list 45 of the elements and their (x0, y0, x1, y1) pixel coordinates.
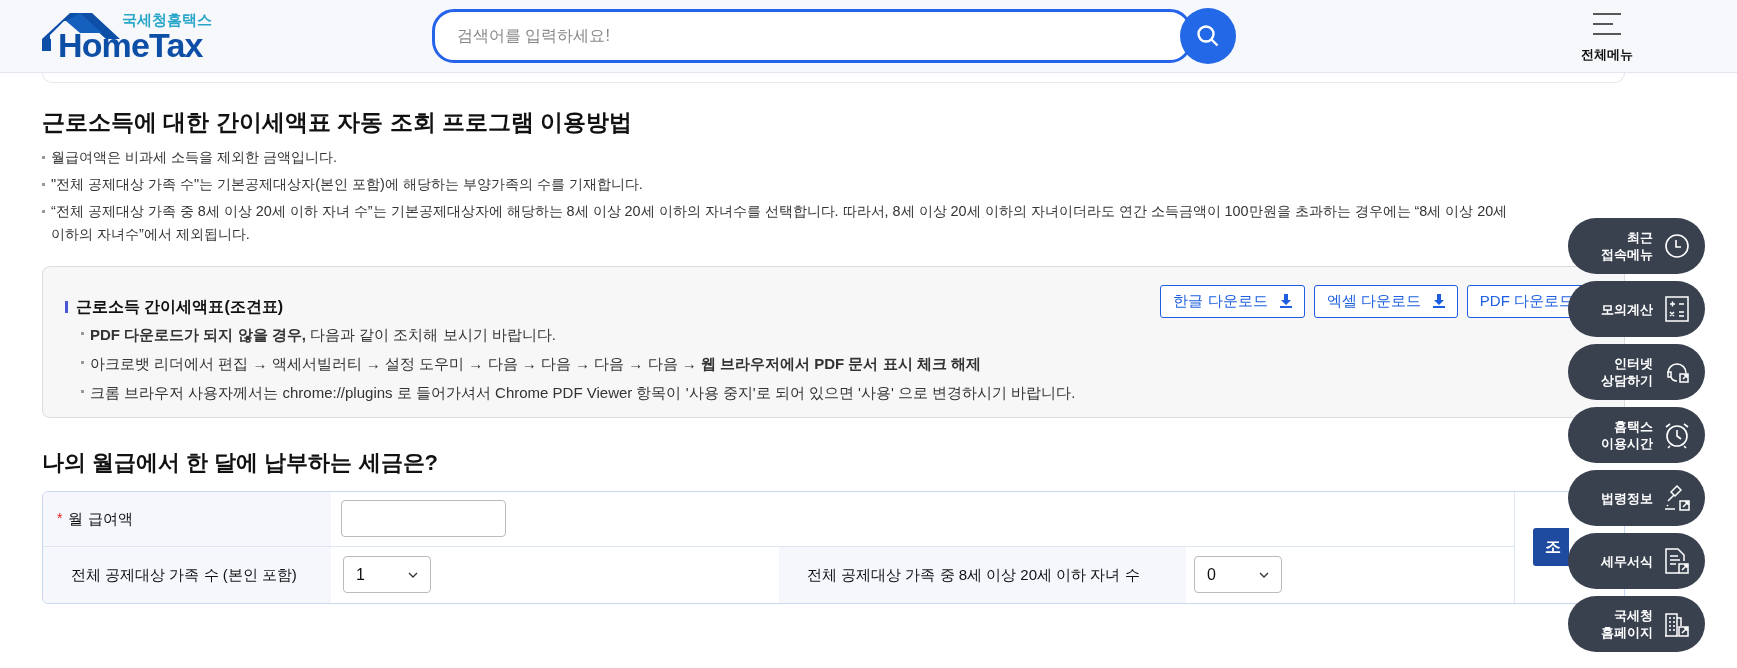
quick-menu-button[interactable]: 법령정보 (1568, 470, 1705, 526)
note-text: 아크로뱃 리더에서 편집 → 액세서빌러티 → 설정 도우미 → 다음 → 다음 → 다음 → 다음 → 웹 브라우저에서 PDF 문서 표시 체크 해제 (90, 353, 981, 374)
clock-icon (1664, 233, 1690, 259)
logo-caption: 국세청홈택스 (122, 12, 212, 27)
bullet-icon (81, 331, 84, 335)
building-icon (1664, 610, 1690, 638)
field-label: 전체 공제대상 가족 수 (본인 포함) (71, 564, 297, 585)
quick-menu-button[interactable]: 인터넷 상담하기 (1568, 344, 1705, 400)
salary-input[interactable] (341, 500, 506, 538)
search-icon (1196, 24, 1220, 48)
download-button[interactable]: 한글 다운로드 (1160, 284, 1305, 318)
quick-menu-button[interactable]: 세무서식 (1568, 533, 1705, 589)
calculator-icon (1665, 296, 1689, 322)
quick-menu-button[interactable]: 홈택스 이용시간 (1568, 407, 1705, 463)
quick-menu-button[interactable]: 국세청 홈페이지 (1568, 596, 1705, 652)
field-label: 전체 공제대상 가족 중 8세 이상 20세 이하 자녀 수 (807, 564, 1140, 585)
dropdown[interactable]: 0 (1194, 556, 1282, 594)
guide-text: 월급여액은 비과세 소득을 제외한 금액입니다. (51, 147, 337, 167)
quick-menu-button[interactable]: 최근 접속메뉴 (1568, 218, 1705, 274)
alarm-clock-icon (1663, 421, 1691, 449)
bullet-icon (81, 360, 84, 364)
field-label: 월 급여액 (68, 508, 133, 529)
note-text: 크롬 브라우저 사용자께서는 chrome://plugins 로 들어가셔서 Chrome PDF Viewer 항목이 '사용 중지'로 되어 있으면 '사용' 으로 변경하시기 바랍니다. (90, 382, 1076, 403)
dropdown[interactable]: 1 (343, 556, 431, 594)
bullet-icon (81, 389, 84, 393)
chevron-down-icon (1259, 571, 1269, 578)
marker-icon (65, 300, 68, 313)
submit-button[interactable]: 조 (1533, 528, 1569, 566)
panel-title: 근로소득 간이세액표(조견표) (76, 296, 284, 317)
logo-text[interactable]: HomeTax (58, 28, 203, 62)
bullet-icon (42, 155, 45, 159)
document-icon (1664, 547, 1690, 575)
guide-text: “전체 공제대상 가족 중 8세 이상 20세 이하 자녀 수”는 기본공제대상자에 해당하는 8세 이상 20세 이하의 자녀수를 선택합니다. 따라서, 8세 이상 20세 이하의 자녀이더라도 연간 소득금액이 100만원을 초과하는 경우에는 “8세 이상 20세 이하의 자녀수”에서 제외됩니다. (51, 201, 1508, 244)
required-mark: * (57, 509, 63, 529)
guide-text: "전체 공제대상 가족 수"는 기본공제대상자(본인 포함)에 해당하는 부양가족의 수를 기재합니다. (51, 174, 643, 194)
note-text: PDF 다운로드가 되지 않을 경우, 다음과 같이 조치해 보시기 바랍니다. (90, 324, 556, 345)
all-menu-button[interactable]: 전체메뉴 (1581, 7, 1633, 65)
section-heading: 근로소득에 대한 간이세액표 자동 조회 프로그램 이용방법 (42, 108, 634, 137)
section-heading: 나의 월급에서 한 달에 납부하는 세금은? (42, 448, 439, 477)
gavel-icon (1663, 484, 1691, 512)
bullet-icon (42, 209, 45, 213)
chevron-down-icon (408, 571, 418, 578)
menu-icon (1593, 13, 1621, 36)
download-button[interactable]: 엑셀 다운로드 (1313, 284, 1458, 318)
bullet-icon (42, 182, 45, 186)
